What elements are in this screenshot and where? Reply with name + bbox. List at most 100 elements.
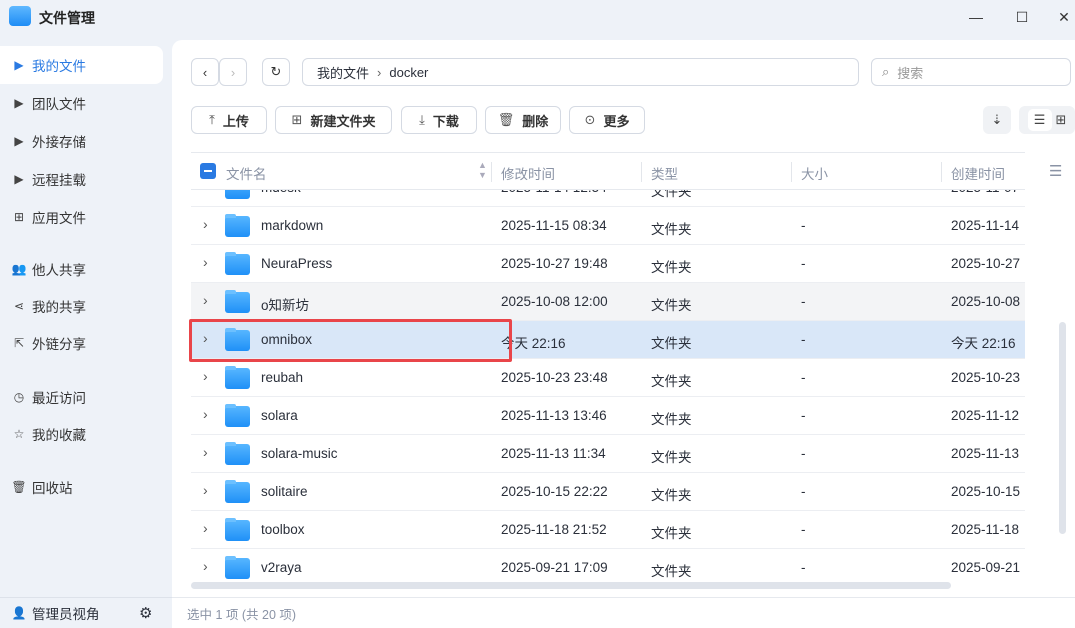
back-button[interactable]: ‹ (191, 58, 219, 86)
table-row[interactable]: › NeuraPress 2025-10-27 19:48 文件夹 - 2025… (191, 245, 1025, 283)
search-icon: ⌕ (882, 64, 890, 79)
expand-chevron-icon[interactable]: › (203, 444, 208, 460)
grid-view-icon[interactable]: ⊞ (1056, 112, 1067, 128)
table-row[interactable]: › o知新坊 2025-10-08 12:00 文件夹 - 2025-10-08 (191, 283, 1025, 321)
more-button[interactable]: ⊙ 更多 (569, 106, 645, 134)
table-row[interactable]: › solara-music 2025-11-13 11:34 文件夹 - 20… (191, 435, 1025, 473)
upload-label: 上传 (222, 113, 249, 129)
expand-chevron-icon[interactable]: › (203, 292, 208, 308)
sidebar-item-label: 回收站 (32, 481, 73, 496)
breadcrumb[interactable]: 我的文件 › docker (302, 58, 859, 86)
title-bar: 文件管理 — ☐ ✕ (0, 0, 1075, 34)
table-row[interactable]: › markdown 2025-11-15 08:34 文件夹 - 2025-1… (191, 207, 1025, 245)
more-icon: ⊙ (584, 112, 596, 127)
file-name[interactable]: reubah (261, 370, 303, 385)
sidebar-item[interactable]: ⊞ 应用文件 (0, 198, 163, 236)
settings-icon[interactable]: ⚙ (139, 604, 152, 622)
created-time: 2025-10-27 (951, 256, 1021, 271)
admin-view-label: 管理员视角 (32, 607, 100, 622)
file-type: 文件夹 (651, 374, 692, 389)
column-header-modified[interactable]: 修改时间 (501, 163, 555, 183)
sidebar-item-label: 远程挂载 (32, 173, 86, 188)
created-time: 2025-10-08 (951, 294, 1021, 309)
app-title: 文件管理 (39, 10, 95, 26)
modified-time: 2025-11-18 21:52 (501, 522, 607, 537)
minimize-button[interactable]: — (962, 6, 990, 28)
expand-chevron-icon[interactable]: › (203, 254, 208, 270)
file-name[interactable]: solitaire (261, 484, 308, 499)
sidebar-item[interactable]: ⇱ 外链分享 (0, 324, 163, 362)
column-header-name[interactable]: 文件名 (226, 163, 267, 183)
modified-time: 2025-10-15 22:22 (501, 484, 608, 499)
file-size: - (801, 370, 806, 385)
file-name[interactable]: toolbox (261, 522, 305, 537)
file-name[interactable]: NeuraPress (261, 256, 332, 271)
sidebar-item[interactable]: ⋖ 我的共享 (0, 287, 163, 325)
table-row[interactable]: › solara 2025-11-13 13:46 文件夹 - 2025-11-… (191, 397, 1025, 435)
sidebar-item-label: 外链分享 (32, 337, 86, 352)
breadcrumb-item[interactable]: 我的文件 (317, 63, 369, 82)
download-button[interactable]: ⤓ 下载 (401, 106, 477, 134)
sidebar-item[interactable]: ▶ 我的文件 (0, 46, 163, 84)
sidebar-item[interactable]: ▶ 远程挂载 (0, 160, 163, 198)
trash-icon: 🗑 (11, 480, 27, 494)
maximize-button[interactable]: ☐ (1008, 6, 1036, 28)
sidebar-item-label: 我的收藏 (32, 428, 86, 443)
select-all-checkbox[interactable] (200, 163, 216, 179)
sidebar-item-label: 团队文件 (32, 97, 86, 112)
list-view-icon[interactable]: ☰ (1027, 109, 1052, 131)
file-name[interactable]: solara-music (261, 446, 338, 461)
sidebar-item[interactable]: ▶ 外接存储 (0, 122, 163, 160)
expand-chevron-icon[interactable]: › (203, 558, 208, 574)
admin-view-item[interactable]: 👤 管理员视角 ⚙ (0, 597, 172, 628)
expand-chevron-icon[interactable]: › (203, 520, 208, 536)
sort-button[interactable]: ⇣ (983, 106, 1011, 134)
sidebar-item[interactable]: ▶ 团队文件 (0, 84, 163, 122)
horizontal-scrollbar[interactable] (191, 582, 951, 589)
download-icon: ⤓ (419, 112, 425, 127)
close-button[interactable]: ✕ (1050, 6, 1075, 28)
table-row[interactable]: › solitaire 2025-10-15 22:22 文件夹 - 2025-… (191, 473, 1025, 511)
column-header-created[interactable]: 创建时间 (951, 163, 1005, 183)
sort-arrows-icon[interactable]: ▲ ▼ (478, 160, 487, 180)
table-row[interactable]: › mdesk 2025-11-14 12:54 文件夹 - 2025-11-0… (191, 190, 1025, 207)
table-row[interactable]: › toolbox 2025-11-18 21:52 文件夹 - 2025-11… (191, 511, 1025, 549)
triangle-right-icon: ▶ (14, 96, 24, 110)
expand-chevron-icon[interactable]: › (203, 482, 208, 498)
created-time: 2025-11-12 (951, 408, 1020, 423)
sidebar-item[interactable]: ☆ 我的收藏 (0, 415, 163, 453)
file-size: - (801, 408, 806, 423)
column-settings-icon[interactable]: ☰ (1049, 162, 1062, 180)
sidebar-item[interactable]: 🗑 回收站 (0, 468, 163, 506)
expand-chevron-icon[interactable]: › (203, 190, 208, 194)
column-divider (491, 162, 492, 182)
expand-chevron-icon[interactable]: › (203, 368, 208, 384)
sidebar-item[interactable]: 👥 他人共享 (0, 250, 163, 288)
upload-button[interactable]: ⤒ 上传 (191, 106, 267, 134)
sidebar-item-label: 他人共享 (32, 263, 86, 278)
expand-chevron-icon[interactable]: › (203, 216, 208, 232)
table-row[interactable]: › reubah 2025-10-23 23:48 文件夹 - 2025-10-… (191, 359, 1025, 397)
apps-icon: ⊞ (13, 210, 25, 224)
file-name[interactable]: o知新坊 (261, 294, 309, 314)
delete-button[interactable]: 🗑 删除 (485, 106, 561, 134)
search-input[interactable]: ⌕ 搜索 (871, 58, 1071, 86)
forward-button[interactable]: › (219, 58, 247, 86)
file-name[interactable]: markdown (261, 218, 323, 233)
file-name[interactable]: solara (261, 408, 298, 423)
column-header-size[interactable]: 大小 (801, 163, 828, 183)
new-folder-button[interactable]: ⊞ 新建文件夹 (275, 106, 392, 134)
created-time: 2025-09-21 (951, 560, 1021, 575)
breadcrumb-item[interactable]: docker (389, 65, 428, 80)
vertical-scrollbar[interactable] (1059, 322, 1066, 534)
table-row[interactable]: › v2raya 2025-09-21 17:09 文件夹 - 2025-09-… (191, 549, 1025, 584)
column-header-type[interactable]: 类型 (651, 163, 678, 183)
file-type: 文件夹 (651, 450, 692, 465)
folder-icon (225, 404, 250, 427)
status-bar: 选中 1 项 (共 20 项) (172, 597, 1075, 628)
file-name[interactable]: mdesk (261, 190, 301, 195)
expand-chevron-icon[interactable]: › (203, 406, 208, 422)
sidebar-item[interactable]: ◷ 最近访问 (0, 378, 163, 416)
refresh-button[interactable]: ↻ (262, 58, 290, 86)
file-name[interactable]: v2raya (261, 560, 302, 575)
